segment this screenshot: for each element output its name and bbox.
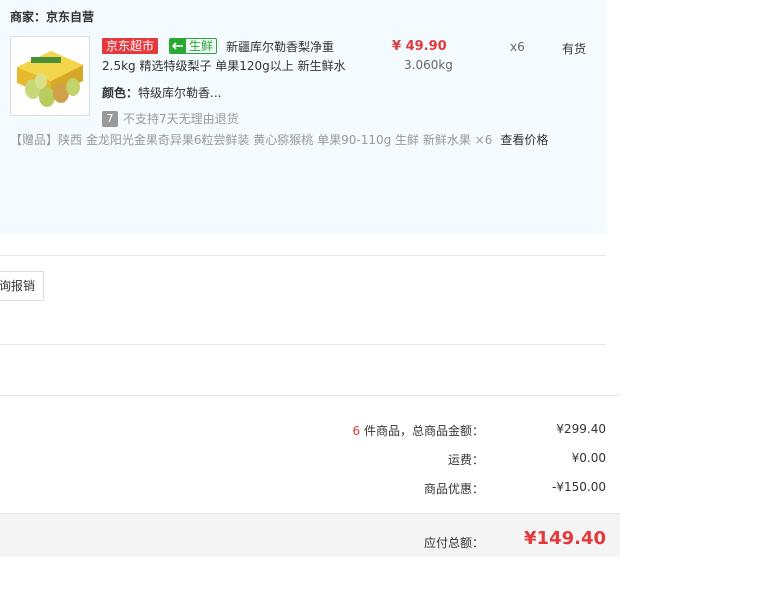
shipping-label: 运费： [447, 453, 484, 467]
color-label: 颜色： [102, 86, 139, 100]
divider [0, 344, 606, 345]
item-count-suffix: 件商品，总商品金额： [360, 424, 484, 438]
shipping-value: ¥0.00 [571, 451, 606, 465]
gift-tag: 【赠品】 [10, 133, 59, 147]
return-policy-text: 不支持7天无理由退货 [123, 112, 239, 126]
product-thumbnail[interactable] [10, 36, 90, 116]
invoice-button[interactable]: 询报销 [0, 271, 44, 301]
no-return-icon: 7 [102, 110, 118, 127]
item-weight: 3.060kg [404, 58, 453, 72]
return-policy: 7 不支持7天无理由退货 [102, 110, 239, 127]
fresh-icon [170, 39, 186, 53]
payable-label: 应付总额： [423, 536, 484, 550]
product-title-line2[interactable]: 2.5kg 精选特级梨子 单果120g以上 新生鲜水 [102, 57, 346, 74]
order-item-panel [0, 0, 606, 234]
discount-value: -¥150.00 [552, 480, 606, 494]
check-price-link[interactable]: 查看价格 [500, 133, 548, 147]
stock-status: 有货 [562, 42, 587, 56]
discount-label: 商品优惠： [423, 482, 484, 496]
color-value: 特级库尔勒香... [138, 86, 222, 100]
item-quantity: x6 [510, 40, 525, 54]
payable-value: ¥149.40 [524, 528, 606, 549]
goods-total-label: 6 件商品，总商品金额： [353, 422, 484, 439]
product-title-line1[interactable]: 新疆库尔勒香梨净重 [226, 38, 334, 55]
fresh-badge-label: 生鲜 [189, 39, 214, 53]
jd-supermarket-badge: 京东超市 [102, 38, 159, 54]
gift-row: 【赠品】陕西 金龙阳光金果奇异果6粒尝鲜装 黄心猕猴桃 单果90-110g 生鲜… [10, 131, 548, 148]
divider [0, 255, 606, 256]
unit-price: ¥ 49.90 [392, 39, 447, 54]
color-attribute: 颜色：特级库尔勒香... [102, 84, 221, 101]
pear-box-image [11, 37, 89, 115]
divider [0, 395, 620, 396]
seller-label: 商家：京东自营 [10, 10, 95, 24]
gift-text[interactable]: 陕西 金龙阳光金果奇异果6粒尝鲜装 黄心猕猴桃 单果90-110g 生鲜 新鲜水… [58, 133, 492, 147]
fresh-badge: 生鲜 [169, 38, 218, 54]
goods-total-value: ¥299.40 [556, 422, 606, 436]
